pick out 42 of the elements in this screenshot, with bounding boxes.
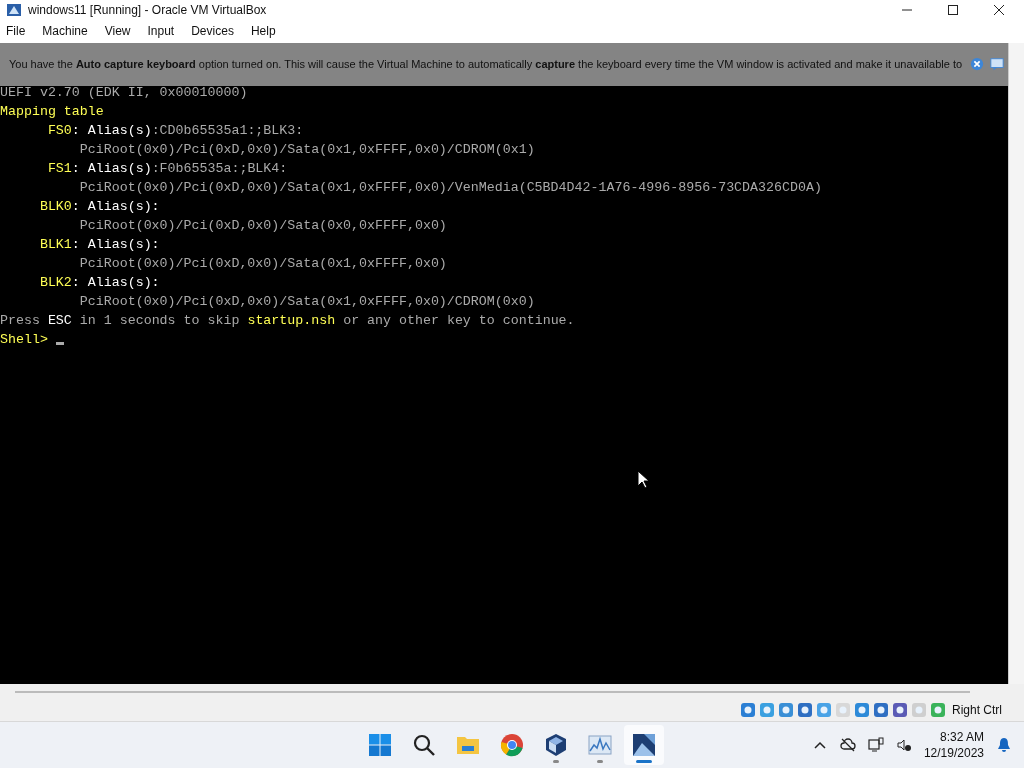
mouse-pointer-icon [637, 469, 649, 489]
console-line: BLK1: Alias(s): [38, 235, 161, 254]
console-line: PciRoot(0x0)/Pci(0xD,0x0)/Sata(0x1,0xFFFF,0x0)/VenMedia(C5BD4D42-1A76-4996-8956-73CDA326CD0A) [78, 178, 823, 197]
console-line: UEFI v2.70 (EDK II, 0x00010000) [0, 83, 249, 102]
speaker-muted-icon[interactable] [895, 737, 912, 754]
console-line: Shell> [0, 329, 1008, 349]
console-line: PciRoot(0x0)/Pci(0xD,0x0)/Sata(0x1,0xFFFF,0x0)/CDROM(0x1) [78, 140, 536, 159]
console-line: PciRoot(0x0)/Pci(0xD,0x0)/Sata(0x1,0xFFFF,0x0) [78, 254, 448, 273]
console-line: FS0: Alias(s):CD0b65535a1:;BLK3: [46, 121, 305, 140]
host-key-label: Right Ctrl [952, 703, 1002, 718]
menu-item[interactable]: Input [147, 24, 175, 39]
scrollbar[interactable] [1008, 42, 1024, 684]
clock-date: 12/19/2023 [923, 745, 984, 762]
console-line: FS1: Alias(s):F0b65535a:;BLK4: [46, 159, 289, 178]
console-line: BLK0: Alias(s): [38, 197, 161, 216]
maximize-icon[interactable] [948, 4, 958, 15]
windows-logo-icon [368, 733, 392, 758]
clock-time: 8:32 AM [939, 729, 984, 746]
window-title: windows11 [Running] - Oracle VM VirtualBox [28, 2, 267, 17]
app-icon [6, 1, 22, 18]
menu-item[interactable]: File [6, 24, 26, 39]
close-icon[interactable] [994, 4, 1004, 15]
console-line: PciRoot(0x0)/Pci(0xD,0x0)/Sata(0x0,0xFFFF,0x0) [78, 216, 448, 235]
console-line: Press ESC in 1 seconds to skip startup.nsh or any other key to continue. [0, 311, 576, 330]
menu-item[interactable]: View [104, 24, 131, 39]
menu-item[interactable]: Machine [42, 24, 88, 39]
console-line: BLK2: Alias(s): [38, 273, 161, 292]
menu-item[interactable]: Devices [191, 24, 234, 39]
notification-text: You have the Auto capture keyboard option turned on. This will cause the Virtual Machine to automatically capture the keyboard every time the VM window is activated and make it unavailable to [9, 58, 963, 71]
app-tile-icon [632, 733, 656, 758]
taskbar-button[interactable] [624, 725, 664, 766]
cube-icon [544, 733, 568, 758]
console-line: PciRoot(0x0)/Pci(0xD,0x0)/Sata(0x1,0xFFFF,0x0)/CDROM(0x0) [78, 292, 536, 311]
console-line: Mapping table [0, 102, 105, 121]
bell-icon[interactable] [996, 737, 1012, 754]
chart-icon [588, 733, 612, 758]
search-icon [412, 733, 436, 758]
browser-icon [500, 733, 524, 758]
menu-item[interactable]: Help [250, 24, 276, 39]
cloud-off-icon[interactable] [839, 737, 856, 754]
speech-bubble-icon[interactable] [990, 57, 1005, 72]
clock[interactable]: 8:32 AM 12/19/2023 [923, 729, 984, 762]
